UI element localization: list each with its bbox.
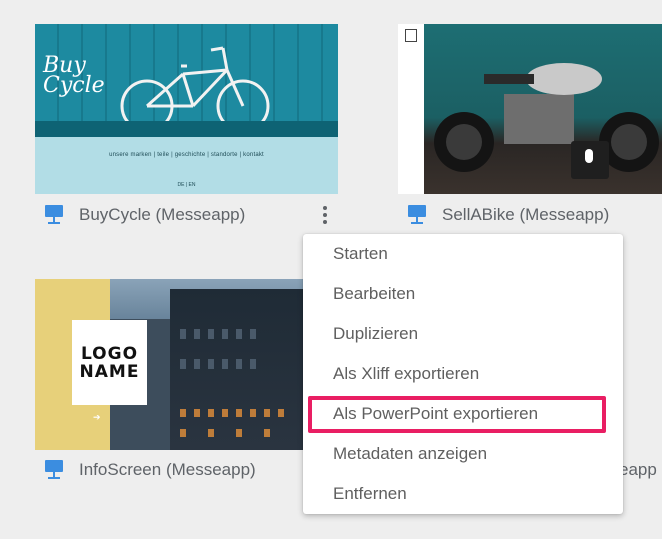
- menu-item-show-metadata[interactable]: Metadaten anzeigen: [303, 434, 623, 474]
- thumbnail-nav: unsere marken | teile | geschichte | sta…: [109, 152, 264, 158]
- logo-line-2: NAME: [79, 361, 140, 382]
- presentation-thumbnail-infoscreen[interactable]: LOGO NAME ➔: [35, 279, 305, 450]
- thumbnail-photo: [424, 24, 662, 194]
- presentation-thumbnail-buycycle[interactable]: Buy Cycle unsere marken | teile | geschi…: [35, 24, 338, 194]
- menu-item-export-xliff[interactable]: Als Xliff exportieren: [303, 354, 623, 394]
- presentation-icon: [45, 460, 63, 480]
- building-windows: [180, 329, 284, 437]
- card-title-text: SellABike (Messeapp): [442, 205, 610, 224]
- thumbnail-logo: [405, 29, 417, 42]
- card-title-text: InfoScreen (Messeapp): [79, 460, 256, 479]
- menu-item-duplicate[interactable]: Duplizieren: [303, 314, 623, 354]
- thumbnail-sidebar: [398, 24, 424, 194]
- more-vert-icon[interactable]: [318, 205, 332, 225]
- menu-item-edit[interactable]: Bearbeiten: [303, 274, 623, 314]
- menu-item-export-powerpoint[interactable]: Als PowerPoint exportieren: [303, 394, 623, 434]
- card-title-infoscreen[interactable]: InfoScreen (Messeapp): [45, 459, 256, 481]
- menu-item-start[interactable]: Starten: [303, 234, 623, 274]
- presentation-icon: [45, 205, 63, 225]
- thumbnail-logo: LOGO NAME: [72, 320, 147, 405]
- arrow-right-icon: ➔: [93, 412, 101, 422]
- thumbnail-logo: Buy Cycle: [43, 53, 105, 98]
- card-title-partial[interactable]: eapp: [619, 460, 657, 480]
- card-title-text: BuyCycle (Messeapp): [79, 205, 246, 224]
- touch-icon: [571, 141, 609, 179]
- thumbnail-language-switch: DE | EN: [177, 182, 196, 188]
- presentation-icon: [408, 205, 426, 225]
- motorcycle-illustration: [434, 63, 659, 172]
- logo-line-1: LOGO: [80, 343, 139, 364]
- building: [170, 289, 305, 450]
- card-title-buycycle[interactable]: BuyCycle (Messeapp): [45, 204, 245, 226]
- context-menu: Starten Bearbeiten Duplizieren Als Xliff…: [303, 234, 623, 514]
- presentation-thumbnail-sellabike[interactable]: [398, 24, 662, 194]
- menu-item-remove[interactable]: Entfernen: [303, 474, 623, 514]
- card-title-sellabike[interactable]: SellABike (Messeapp): [408, 204, 609, 226]
